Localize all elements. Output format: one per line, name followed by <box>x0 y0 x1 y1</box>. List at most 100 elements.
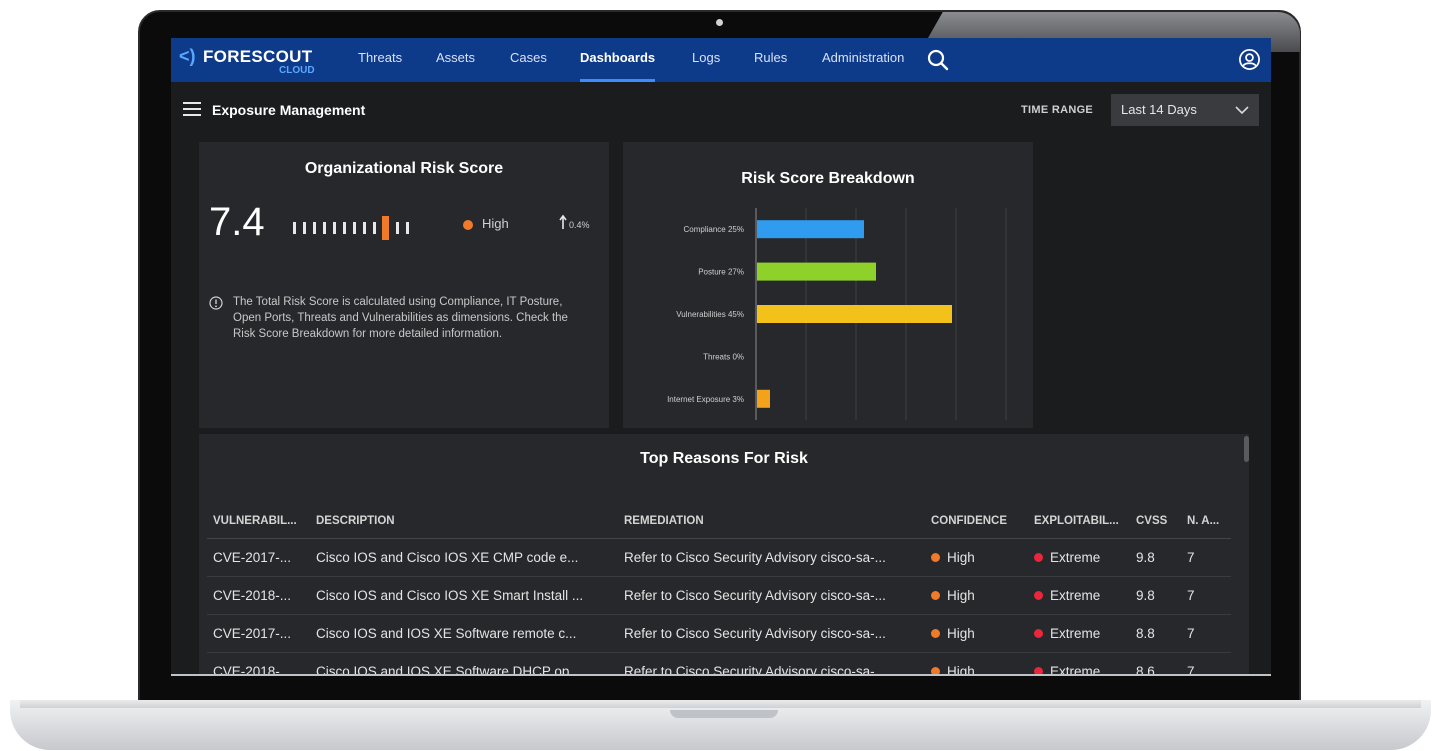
column-header-na[interactable]: N. A... <box>1181 504 1231 539</box>
top-nav: <) FORESCOUT CLOUD Threats Assets Cases … <box>171 38 1271 82</box>
info-icon <box>209 296 223 310</box>
chart-bar[interactable] <box>757 389 770 408</box>
exploitability-dot <box>1034 628 1043 638</box>
cell-confidence: High <box>925 538 1028 577</box>
logo-mark-icon: <) <box>179 46 196 66</box>
risk-trend-value: 0.4% <box>569 220 590 230</box>
cell-na: 7 <box>1181 652 1231 676</box>
confidence-dot <box>931 590 940 600</box>
menu-icon[interactable] <box>183 102 201 118</box>
confidence-value: High <box>947 587 975 603</box>
cell-na: 7 <box>1181 614 1231 653</box>
table-row[interactable]: CVE-2018-... Cisco IOS and Cisco IOS XE … <box>207 576 1231 615</box>
nav-item-dashboards[interactable]: Dashboards <box>580 38 656 82</box>
cell-remediation: Refer to Cisco Security Advisory cisco-s… <box>618 538 925 577</box>
cell-vulnerability: CVE-2017-... <box>207 538 310 577</box>
column-header-vulnerability[interactable]: VULNERABIL... <box>207 504 310 539</box>
risk-level-dot <box>463 220 473 230</box>
cell-description: Cisco IOS and Cisco IOS XE CMP code e... <box>310 538 618 577</box>
cell-remediation: Refer to Cisco Security Advisory cisco-s… <box>618 652 925 676</box>
column-header-exploitability[interactable]: EXPLOITABIL... <box>1028 504 1130 539</box>
risk-score-card: Organizational Risk Score 7.4 High 0.4% <box>199 142 609 428</box>
y-category-label: Posture 27% <box>698 268 744 277</box>
confidence-value: High <box>947 625 975 641</box>
top-reasons-table: VULNERABIL... DESCRIPTION REMEDIATION CO… <box>207 504 1231 676</box>
cell-cvss: 8.6 <box>1130 652 1181 676</box>
cell-exploitability: Extreme <box>1028 538 1130 577</box>
confidence-dot <box>931 552 940 562</box>
cell-na: 7 <box>1181 538 1231 577</box>
chart-bar[interactable] <box>757 262 876 281</box>
cell-cvss: 9.8 <box>1130 576 1181 615</box>
chevron-down-icon <box>1235 106 1249 115</box>
y-category-label: Threats 0% <box>703 352 744 361</box>
risk-score-value: 7.4 <box>209 200 265 244</box>
nav-item-administration[interactable]: Administration <box>822 38 904 82</box>
cell-vulnerability: CVE-2017-... <box>207 614 310 653</box>
column-header-cvss[interactable]: CVSS <box>1130 504 1181 539</box>
search-icon[interactable] <box>927 49 949 71</box>
cell-exploitability: Extreme <box>1028 652 1130 676</box>
nav-item-rules[interactable]: Rules <box>754 38 787 82</box>
cell-vulnerability: CVE-2018-... <box>207 652 310 676</box>
nav-item-assets[interactable]: Assets <box>436 38 475 82</box>
cell-remediation: Refer to Cisco Security Advisory cisco-s… <box>618 576 925 615</box>
column-header-confidence[interactable]: CONFIDENCE <box>925 504 1028 539</box>
confidence-dot <box>931 628 940 638</box>
risk-breakdown-card: Risk Score Breakdown 0255075100125Compli… <box>623 142 1033 428</box>
nav-item-cases[interactable]: Cases <box>510 38 547 82</box>
table-scrollbar[interactable] <box>1244 436 1249 462</box>
cell-vulnerability: CVE-2018-... <box>207 576 310 615</box>
exploitability-value: Extreme <box>1050 587 1101 603</box>
top-reasons-title: Top Reasons For Risk <box>640 450 808 467</box>
logo[interactable]: <) FORESCOUT CLOUD <box>179 44 319 76</box>
column-header-remediation[interactable]: REMEDIATION <box>618 504 925 539</box>
nav-item-logs[interactable]: Logs <box>692 38 720 82</box>
y-category-label: Compliance 25% <box>684 225 744 234</box>
time-range-label: TIME RANGE <box>1021 104 1094 116</box>
chart-bar[interactable] <box>757 305 952 323</box>
time-range-value: Last 14 Days <box>1121 102 1197 117</box>
exploitability-dot <box>1034 552 1043 562</box>
cell-confidence: High <box>925 614 1028 653</box>
cell-confidence: High <box>925 652 1028 676</box>
arrow-up-icon <box>559 214 567 229</box>
logo-subtext: CLOUD <box>279 65 315 76</box>
cell-cvss: 8.8 <box>1130 614 1181 653</box>
cell-exploitability: Extreme <box>1028 614 1130 653</box>
cell-description: Cisco IOS and IOS XE Software remote c..… <box>310 614 618 653</box>
table-row[interactable]: CVE-2017-... Cisco IOS and Cisco IOS XE … <box>207 538 1231 577</box>
laptop-notch <box>670 710 778 718</box>
risk-gauge <box>293 216 409 240</box>
confidence-value: High <box>947 549 975 565</box>
exploitability-dot <box>1034 590 1043 600</box>
chart-bar[interactable] <box>757 220 864 239</box>
top-reasons-panel: Top Reasons For Risk VULNERABIL... DESCR… <box>199 434 1249 676</box>
cell-exploitability: Extreme <box>1028 576 1130 615</box>
screen: <) FORESCOUT CLOUD Threats Assets Cases … <box>171 38 1271 676</box>
nav-item-threats[interactable]: Threats <box>358 38 402 82</box>
risk-breakdown-chart: 0255075100125Compliance 25%Posture 27%Vu… <box>667 208 1007 420</box>
column-header-description[interactable]: DESCRIPTION <box>310 504 618 539</box>
cell-na: 7 <box>1181 576 1231 615</box>
screen-bottom-edge <box>171 674 1271 676</box>
cell-cvss: 9.8 <box>1130 538 1181 577</box>
y-category-label: Vulnerabilities 45% <box>676 310 744 319</box>
cell-remediation: Refer to Cisco Security Advisory cisco-s… <box>618 614 925 653</box>
exploitability-value: Extreme <box>1050 625 1101 641</box>
risk-level-label: High <box>482 216 509 231</box>
laptop-base-lip <box>20 700 1421 708</box>
risk-card-title: Organizational Risk Score <box>304 160 504 177</box>
camera-icon <box>716 19 723 26</box>
exploitability-value: Extreme <box>1050 549 1101 565</box>
cell-description: Cisco IOS and IOS XE Software DHCP op... <box>310 652 618 676</box>
user-icon[interactable] <box>1238 48 1261 71</box>
table-header-row: VULNERABIL... DESCRIPTION REMEDIATION CO… <box>207 504 1231 539</box>
risk-info-text: The Total Risk Score is calculated using… <box>233 296 568 340</box>
page-title: Exposure Management <box>212 102 366 118</box>
table-row[interactable]: CVE-2018-... Cisco IOS and IOS XE Softwa… <box>207 652 1231 676</box>
time-range-select[interactable]: Last 14 Days <box>1111 94 1259 126</box>
cell-description: Cisco IOS and Cisco IOS XE Smart Install… <box>310 576 618 615</box>
table-row[interactable]: CVE-2017-... Cisco IOS and IOS XE Softwa… <box>207 614 1231 653</box>
logo-text: FORESCOUT <box>203 47 313 66</box>
